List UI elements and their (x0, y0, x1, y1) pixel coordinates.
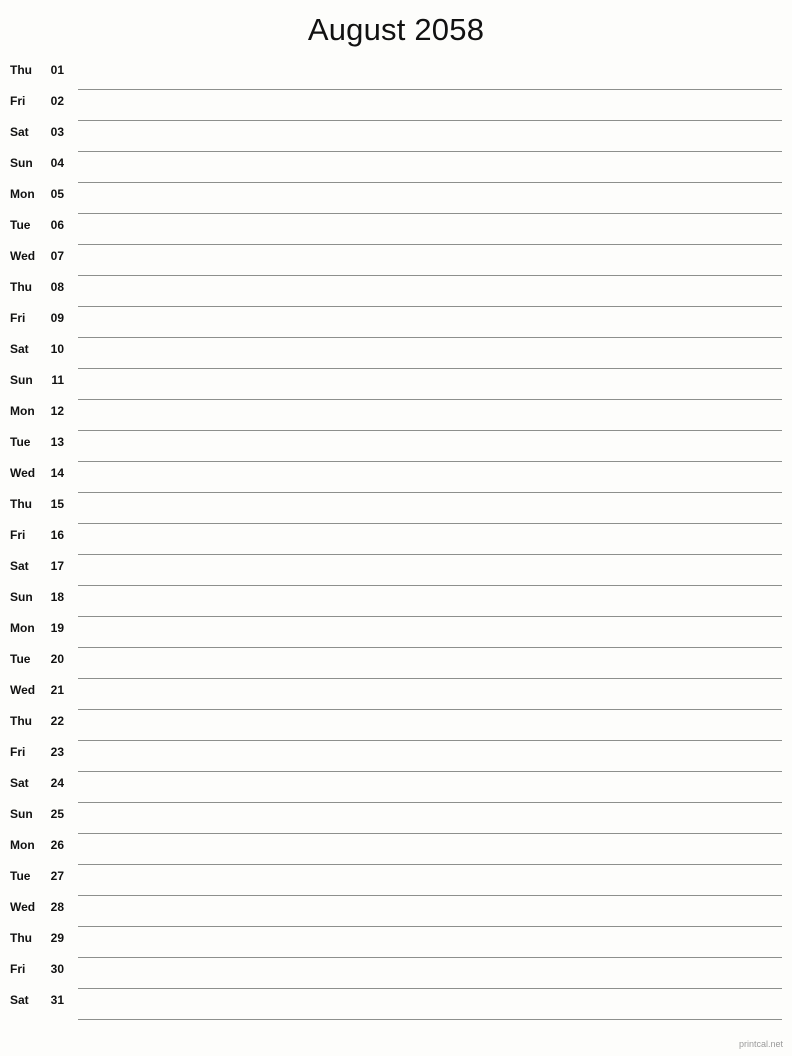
weekday-label: Sat (10, 993, 29, 1007)
weekday-label: Mon (10, 187, 35, 201)
footer-attribution: printcal.net (738, 1039, 783, 1049)
weekday-label: Sun (10, 373, 33, 387)
weekday-label: Wed (10, 249, 36, 263)
day-number: 13 (50, 435, 64, 449)
day-number: 18 (50, 590, 64, 604)
day-rows-list: Thu 01 Fri 02 Sat 03 Sun 04 Mon 05 Tue 06 Wed 07 Thu 08… (0, 59, 792, 1020)
day-row[interactable]: Sat 31 (0, 989, 792, 1020)
day-number: 21 (50, 683, 64, 697)
day-row[interactable]: Mon 26 (0, 834, 792, 865)
day-row[interactable]: Thu 29 (0, 927, 792, 958)
day-number: 03 (50, 125, 64, 139)
day-row[interactable]: Tue 06 (0, 214, 792, 245)
day-number: 26 (50, 838, 64, 852)
day-number: 06 (50, 218, 64, 232)
day-number: 22 (50, 714, 64, 728)
day-number: 02 (50, 94, 64, 108)
day-number: 09 (50, 311, 64, 325)
day-number: 15 (50, 497, 64, 511)
weekday-label: Wed (10, 900, 36, 914)
day-number: 30 (50, 962, 64, 976)
day-row[interactable]: Fri 16 (0, 524, 792, 555)
day-number: 10 (50, 342, 64, 356)
day-row[interactable]: Sat 03 (0, 121, 792, 152)
day-number: 28 (50, 900, 64, 914)
day-row[interactable]: Wed 14 (0, 462, 792, 493)
day-row[interactable]: Tue 13 (0, 431, 792, 462)
day-number: 23 (50, 745, 64, 759)
weekday-label: Thu (10, 63, 32, 77)
weekday-label: Sun (10, 807, 33, 821)
calendar-page: August 2058 Thu 01 Fri 02 Sat 03 Sun 04 Mon 05 Tue… (0, 0, 792, 1056)
weekday-label: Sat (10, 776, 29, 790)
day-number: 27 (50, 869, 64, 883)
day-row[interactable]: Sat 24 (0, 772, 792, 803)
day-row[interactable]: Fri 02 (0, 90, 792, 121)
weekday-label: Sun (10, 590, 33, 604)
day-row[interactable]: Wed 21 (0, 679, 792, 710)
day-row[interactable]: Sun 25 (0, 803, 792, 834)
day-number: 08 (50, 280, 64, 294)
weekday-label: Tue (10, 435, 31, 449)
weekday-label: Fri (10, 745, 26, 759)
day-row[interactable]: Thu 22 (0, 710, 792, 741)
day-number: 20 (50, 652, 64, 666)
day-number: 12 (50, 404, 64, 418)
day-number: 29 (50, 931, 64, 945)
day-number: 17 (50, 559, 64, 573)
day-row[interactable]: Mon 05 (0, 183, 792, 214)
weekday-label: Fri (10, 962, 26, 976)
weekday-label: Wed (10, 683, 36, 697)
day-row[interactable]: Thu 15 (0, 493, 792, 524)
weekday-label: Tue (10, 869, 31, 883)
day-row[interactable]: Fri 30 (0, 958, 792, 989)
day-number: 16 (50, 528, 64, 542)
day-row[interactable]: Sat 10 (0, 338, 792, 369)
weekday-label: Fri (10, 94, 26, 108)
day-row[interactable]: Fri 09 (0, 307, 792, 338)
weekday-label: Thu (10, 714, 32, 728)
weekday-label: Tue (10, 218, 31, 232)
weekday-label: Sat (10, 342, 29, 356)
writing-line[interactable] (78, 1019, 782, 1020)
day-number: 24 (50, 776, 64, 790)
weekday-label: Wed (10, 466, 36, 480)
day-row[interactable]: Fri 23 (0, 741, 792, 772)
weekday-label: Fri (10, 528, 26, 542)
weekday-label: Fri (10, 311, 26, 325)
weekday-label: Sat (10, 559, 29, 573)
day-row[interactable]: Mon 19 (0, 617, 792, 648)
day-row[interactable]: Thu 01 (0, 59, 792, 90)
weekday-label: Thu (10, 497, 32, 511)
day-row[interactable]: Sun 04 (0, 152, 792, 183)
day-number: 19 (50, 621, 64, 635)
weekday-label: Sat (10, 125, 29, 139)
day-number: 25 (50, 807, 64, 821)
day-number: 05 (50, 187, 64, 201)
weekday-label: Thu (10, 280, 32, 294)
weekday-label: Mon (10, 404, 35, 418)
day-number: 14 (50, 466, 64, 480)
day-row[interactable]: Mon 12 (0, 400, 792, 431)
weekday-label: Thu (10, 931, 32, 945)
day-row[interactable]: Sun 11 (0, 369, 792, 400)
day-number: 01 (50, 63, 64, 77)
day-number: 11 (51, 373, 64, 387)
weekday-label: Mon (10, 838, 35, 852)
weekday-label: Tue (10, 652, 31, 666)
weekday-label: Sun (10, 156, 33, 170)
day-row[interactable]: Tue 27 (0, 865, 792, 896)
day-number: 04 (50, 156, 64, 170)
day-number: 31 (50, 993, 64, 1007)
day-row[interactable]: Wed 28 (0, 896, 792, 927)
day-row[interactable]: Wed 07 (0, 245, 792, 276)
day-row[interactable]: Sun 18 (0, 586, 792, 617)
day-number: 07 (50, 249, 64, 263)
day-row[interactable]: Tue 20 (0, 648, 792, 679)
weekday-label: Mon (10, 621, 35, 635)
day-row[interactable]: Sat 17 (0, 555, 792, 586)
day-row[interactable]: Thu 08 (0, 276, 792, 307)
page-title: August 2058 (307, 12, 485, 47)
